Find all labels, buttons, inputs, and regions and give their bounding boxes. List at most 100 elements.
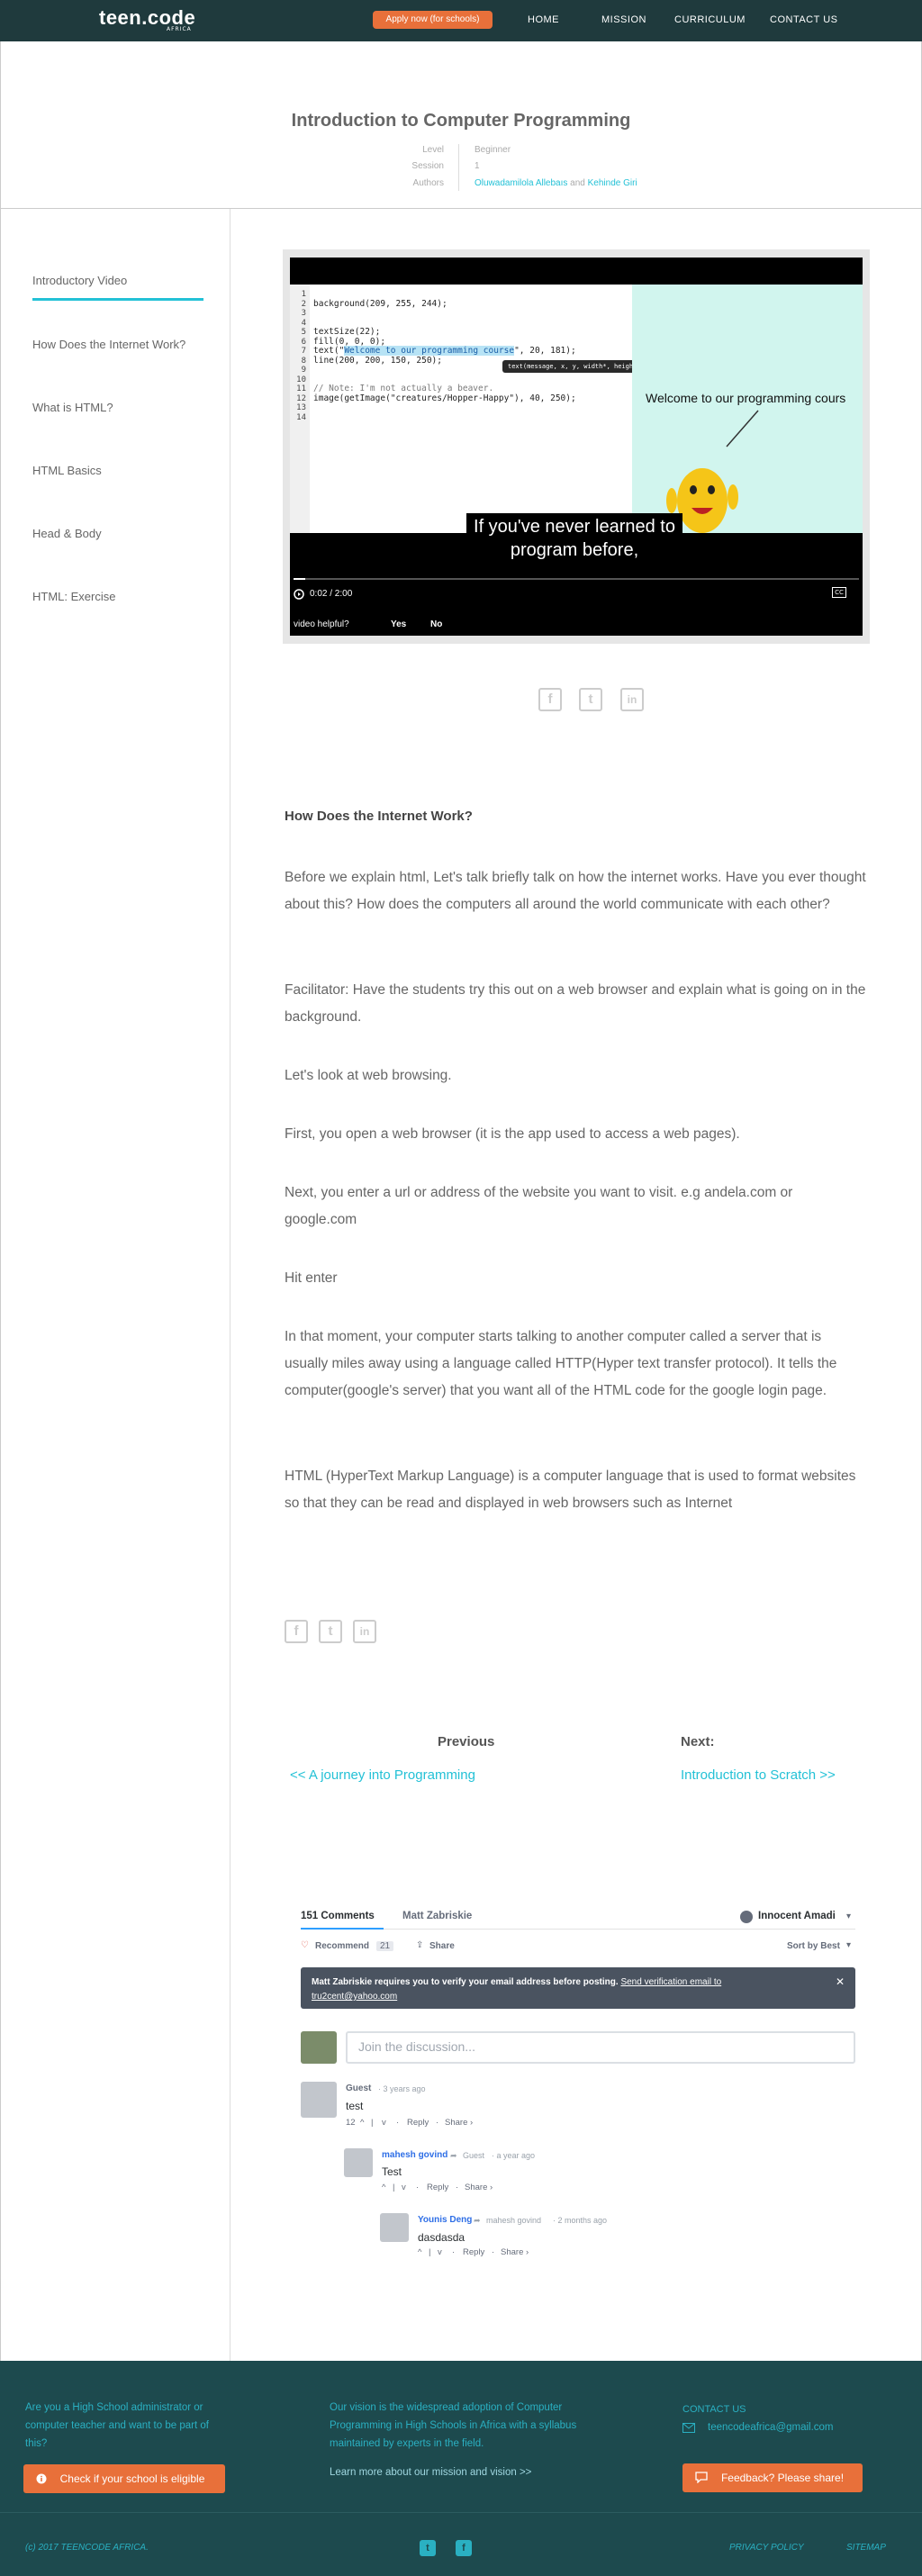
facebook-icon[interactable]: f	[538, 688, 562, 711]
sidebar-item-introductory-video[interactable]: Introductory Video	[32, 274, 127, 287]
upvote-count: 12	[346, 2118, 356, 2128]
level-value: Beginner	[475, 145, 511, 155]
article-paragraph: Hit enter	[285, 1270, 338, 1286]
sitemap-link[interactable]: SITEMAP	[846, 2543, 886, 2553]
comment-author[interactable]: Guest	[346, 2083, 371, 2093]
chevron-down-icon[interactable]: ▾	[846, 1912, 851, 1921]
video-helpful-label: video helpful?	[294, 619, 349, 629]
code-line: background(209, 255, 244);	[313, 298, 447, 309]
comment-body: dasdasda	[418, 2231, 466, 2244]
linkedin-icon[interactable]: in	[620, 688, 644, 711]
heart-icon[interactable]: ♡	[301, 1940, 309, 1950]
downvote-icon[interactable]: v	[438, 2247, 442, 2257]
privacy-link[interactable]: PRIVACY POLICY	[729, 2543, 804, 2553]
captions-icon[interactable]: CC	[832, 587, 846, 598]
avatar	[344, 2148, 373, 2177]
twitter-icon[interactable]: t	[579, 688, 602, 711]
code-line: fill(0, 0, 0);	[313, 336, 386, 347]
chevron-down-icon[interactable]: ▾	[846, 1940, 851, 1950]
line-numbers: 1 2 3 4 5 6 7 8 9 10 11 12 13 14	[290, 285, 310, 533]
footer-mission-link[interactable]: Learn more about our mission and vision …	[330, 2463, 531, 2481]
helpful-no-button[interactable]: No	[430, 619, 442, 629]
article-paragraph: Before we explain html, Let's talk brief…	[285, 870, 866, 912]
upvote-icon[interactable]: ^	[360, 2118, 364, 2128]
reply-button[interactable]: Reply	[407, 2118, 429, 2128]
facebook-icon[interactable]: f	[285, 1620, 308, 1643]
logged-user[interactable]: Innocent Amadi	[758, 1911, 836, 1921]
discussion-input[interactable]: Join the discussion...	[346, 2031, 855, 2064]
sidebar-item-internet[interactable]: How Does the Internet Work?	[32, 338, 185, 351]
share-button[interactable]: Share ›	[501, 2247, 529, 2257]
next-link[interactable]: Introduction to Scratch >>	[681, 1767, 836, 1783]
contact-email[interactable]: teencodeafrica@gmail.com	[708, 2418, 834, 2436]
reply-to-icon: ➦	[450, 2151, 457, 2160]
downvote-icon[interactable]: v	[402, 2183, 406, 2192]
author-link-1[interactable]: Oluwadamilola Allebaıs	[475, 178, 567, 188]
meta-divider	[458, 144, 459, 191]
footer-admin-text: Are you a High School administrator or c…	[25, 2402, 209, 2449]
session-value: 1	[475, 161, 480, 171]
previous-label: Previous	[438, 1734, 495, 1749]
linkedin-icon[interactable]: in	[353, 1620, 376, 1643]
downvote-icon[interactable]: v	[382, 2118, 386, 2128]
sort-dropdown[interactable]: Sort by Best	[787, 1941, 840, 1951]
code-line: image(getImage("creatures/Hopper-Happy")…	[313, 393, 576, 403]
comment-author[interactable]: mahesh govind	[382, 2150, 447, 2160]
nav-curriculum[interactable]: CURRICULUM	[674, 14, 746, 25]
recommend-button[interactable]: Recommend	[315, 1941, 369, 1951]
comment-author[interactable]: Younis Deng	[418, 2215, 472, 2225]
video-player[interactable]: 1 2 3 4 5 6 7 8 9 10 11 12 13 14 backgro…	[290, 258, 863, 636]
previous-link[interactable]: << A journey into Programming	[290, 1767, 475, 1783]
separator: ·	[492, 2247, 495, 2257]
nav-home[interactable]: HOME	[528, 14, 559, 25]
authors-value: Oluwadamilola Allebaıs and Kehinde Giri	[475, 178, 637, 188]
notice-email[interactable]: tru2cent@yahoo.com	[312, 1992, 397, 2002]
notice-link[interactable]: Send verification email to	[620, 1977, 721, 1987]
avatar	[301, 2031, 337, 2064]
upvote-icon[interactable]: ^	[418, 2247, 421, 2257]
sidebar-item-what-is-html[interactable]: What is HTML?	[32, 401, 113, 414]
chat-icon	[695, 2472, 708, 2483]
play-icon[interactable]	[294, 589, 304, 600]
author-link-2[interactable]: Kehinde Giri	[588, 178, 637, 188]
share-button[interactable]: Share ›	[465, 2183, 493, 2192]
level-label: Level	[422, 145, 444, 155]
apply-button[interactable]: Apply now (for schools)	[373, 11, 493, 29]
eligibility-button[interactable]: Check if your school is eligible	[23, 2464, 225, 2493]
recommend-count: 21	[376, 1941, 394, 1951]
code-line: line(200, 200, 150, 250);	[313, 355, 442, 366]
site-tab[interactable]: Matt Zabriskie	[402, 1911, 472, 1921]
twitter-icon[interactable]: t	[319, 1620, 342, 1643]
reply-to-name[interactable]: mahesh govind	[486, 2216, 541, 2225]
sidebar-item-head-body[interactable]: Head & Body	[32, 527, 102, 540]
comment-body: Test	[382, 2165, 402, 2178]
share-button[interactable]: Share	[429, 1941, 455, 1951]
page-title: Introduction to Computer Programming	[291, 111, 631, 131]
next-label: Next:	[681, 1734, 715, 1749]
video-progress-track[interactable]	[294, 578, 859, 580]
separator: ·	[416, 2183, 420, 2192]
feedback-button[interactable]: Feedback? Please share!	[682, 2463, 863, 2492]
sidebar-item-html-basics[interactable]: HTML Basics	[32, 464, 102, 477]
reply-to-name[interactable]: Guest	[463, 2151, 484, 2160]
comments-count-tab[interactable]: 151 Comments	[301, 1911, 375, 1921]
nav-contact[interactable]: CONTACT US	[770, 14, 838, 25]
comments-tab-divider	[301, 1929, 855, 1930]
email-icon	[682, 2423, 695, 2433]
reply-button[interactable]: Reply	[427, 2183, 448, 2192]
close-icon[interactable]: ✕	[836, 1975, 845, 1989]
upvote-icon[interactable]: ^	[382, 2183, 385, 2192]
article-paragraph: First, you open a web browser (it is the…	[285, 1126, 740, 1142]
facebook-icon[interactable]: f	[456, 2540, 472, 2556]
comment-body: test	[346, 2100, 364, 2112]
helpful-yes-button[interactable]: Yes	[391, 619, 406, 629]
twitter-icon[interactable]: t	[420, 2540, 436, 2556]
copyright: (c) 2017 TEENCODE AFRICA.	[25, 2543, 149, 2553]
sidebar-item-html-exercise[interactable]: HTML: Exercise	[32, 590, 115, 603]
share-icon[interactable]: ⇪	[416, 1940, 423, 1950]
nav-mission[interactable]: MISSION	[601, 14, 646, 25]
reply-button[interactable]: Reply	[463, 2247, 484, 2257]
share-button[interactable]: Share ›	[445, 2118, 473, 2128]
info-icon	[36, 2473, 47, 2484]
hopper-character	[666, 410, 759, 533]
